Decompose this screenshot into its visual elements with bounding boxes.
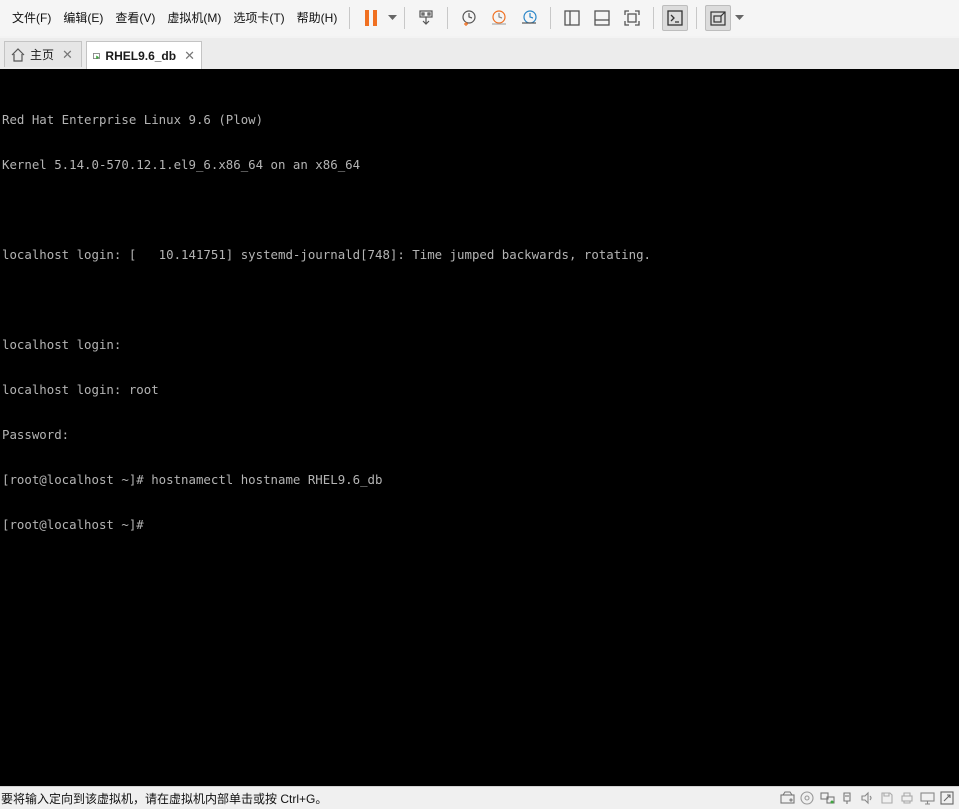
console-line: [root@localhost ~]# hostnamectl hostname… [2,472,383,487]
status-message: 要将输入定向到该虚拟机，请在虚拟机内部单击或按 Ctrl+G。 [1,791,328,806]
hard-disk-icon[interactable] [779,790,795,806]
menu-vm[interactable]: 虚拟机(M) [161,6,227,30]
console-output: Red Hat Enterprise Linux 9.6 (Plow) Kern… [2,82,651,562]
toolbar-separator [550,7,552,29]
send-ctrl-alt-del-button[interactable] [413,5,439,31]
toolbar-separator [349,7,351,29]
usb-icon[interactable] [839,790,855,806]
status-bar: 要将输入定向到该虚拟机，请在虚拟机内部单击或按 Ctrl+G。 [0,786,959,809]
home-icon [11,47,25,62]
console-view-icon [667,10,683,26]
library-view-icon [564,10,580,26]
snapshot-revert-icon [492,10,507,25]
close-icon[interactable]: ✕ [62,48,73,61]
console-line: localhost login: [2,337,122,352]
toolbar-separator [447,7,449,29]
pause-icon [365,10,378,26]
sound-icon[interactable] [859,790,875,806]
stretch-icon[interactable] [939,790,955,806]
vm-running-icon [93,52,100,59]
printer-icon[interactable] [899,790,915,806]
menu-edit[interactable]: 编辑(E) [57,6,109,30]
menubar: 文件(F) 编辑(E) 查看(V) 虚拟机(M) 选项卡(T) 帮助(H) [0,0,959,36]
revert-snapshot-button[interactable] [486,5,512,31]
console-view-button[interactable] [662,5,689,31]
pause-button[interactable] [358,5,384,31]
menu-view[interactable]: 查看(V) [109,6,161,30]
tab-vm-label: RHEL9.6_db [105,48,177,63]
tab-home[interactable]: 主页 ✕ [4,41,82,67]
tab-home-label: 主页 [30,48,55,62]
tab-vm-rhel[interactable]: RHEL9.6_db ✕ [86,41,202,69]
network-adapter-icon[interactable] [819,790,835,806]
toolbar-separator [653,7,655,29]
thumbnail-bar-icon [594,10,610,26]
console-line: [root@localhost ~]# [2,517,144,532]
fullscreen-icon [624,10,640,26]
menu-file[interactable]: 文件(F) [6,6,57,30]
console-line: Red Hat Enterprise Linux 9.6 (Plow) [2,112,264,127]
menu-tabs[interactable]: 选项卡(T) [227,6,290,30]
console-line: localhost login: root [2,382,159,397]
fullscreen-button[interactable] [619,5,645,31]
fit-window-button[interactable] [705,5,732,31]
cd-dvd-icon[interactable] [799,790,815,806]
fit-window-icon [710,11,726,26]
take-snapshot-button[interactable] [456,5,482,31]
close-icon[interactable]: ✕ [184,49,195,62]
chevron-down-icon [387,15,397,20]
send-ctrl-alt-del-icon [419,10,433,25]
toolbar-separator [696,7,698,29]
vm-console[interactable]: Red Hat Enterprise Linux 9.6 (Plow) Kern… [0,69,959,786]
show-library-button[interactable] [559,5,585,31]
snapshot-manager-icon [522,10,537,24]
snapshot-take-icon [462,10,476,26]
chevron-down-icon [734,15,744,20]
device-icons [775,790,955,806]
tab-bar: 主页 ✕ RHEL9.6_db ✕ [0,38,959,70]
display-icon[interactable] [919,790,935,806]
snapshot-manager-button[interactable] [516,5,542,31]
toolbar-separator [404,7,406,29]
console-line: Kernel 5.14.0-570.12.1.el9_6.x86_64 on a… [2,157,361,172]
menu-help[interactable]: 帮助(H) [291,6,344,30]
console-line: localhost login: [ 10.141751] systemd-jo… [2,247,652,262]
console-line: Password: [2,427,70,442]
floppy-icon[interactable] [879,790,895,806]
stretch-dropdown[interactable] [733,5,745,31]
show-thumbnail-bar-button[interactable] [589,5,615,31]
power-dropdown[interactable] [386,5,398,31]
